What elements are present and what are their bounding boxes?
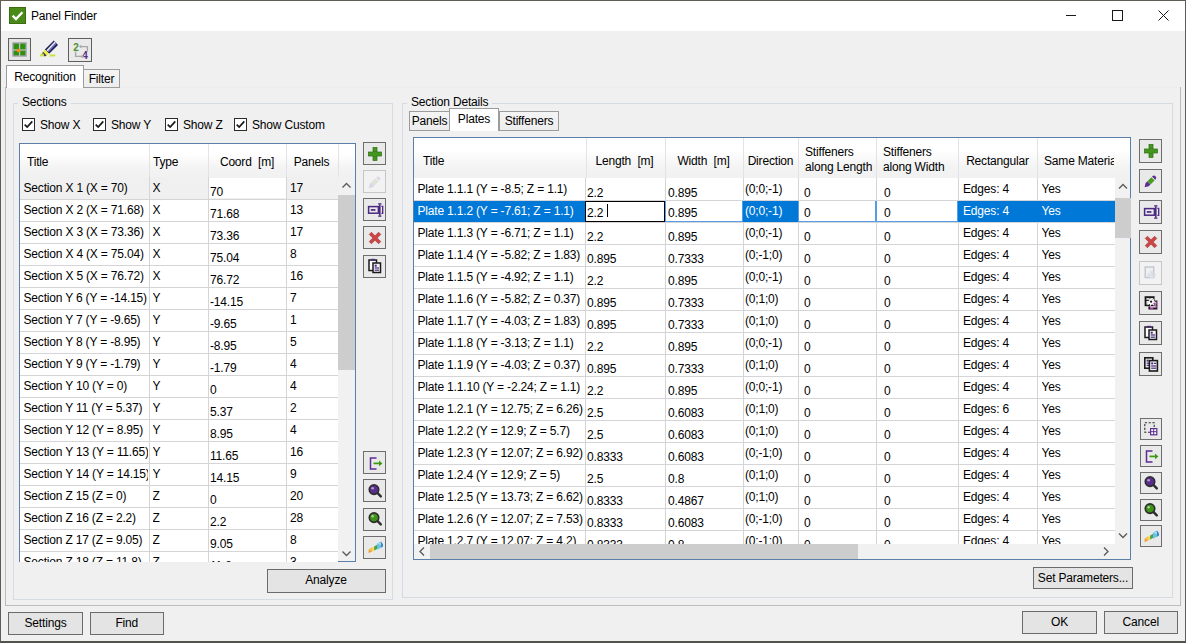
svg-text:2: 2 xyxy=(73,42,79,53)
